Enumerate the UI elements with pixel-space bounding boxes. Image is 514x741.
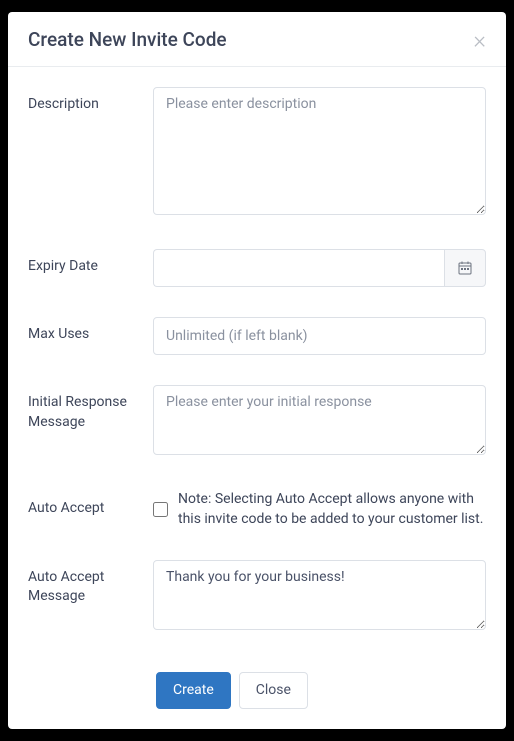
auto-accept-checkbox[interactable] bbox=[153, 502, 168, 517]
close-icon[interactable]: × bbox=[473, 28, 486, 52]
modal-title: Create New Invite Code bbox=[28, 28, 227, 51]
row-max-uses: Max Uses bbox=[28, 317, 486, 355]
label-auto-accept-message: Auto Accept Message bbox=[28, 560, 153, 607]
calendar-icon[interactable] bbox=[444, 249, 486, 287]
row-initial-response: Initial Response Message bbox=[28, 385, 486, 459]
auto-accept-note: Note: Selecting Auto Accept allows anyon… bbox=[178, 489, 486, 530]
create-invite-modal: Create New Invite Code × Description Exp… bbox=[8, 12, 506, 729]
label-max-uses: Max Uses bbox=[28, 317, 153, 345]
auto-accept-message-input[interactable] bbox=[153, 560, 486, 630]
label-auto-accept: Auto Accept bbox=[28, 499, 153, 519]
row-description: Description bbox=[28, 87, 486, 219]
row-auto-accept-message: Auto Accept Message bbox=[28, 560, 486, 634]
label-description: Description bbox=[28, 87, 153, 115]
max-uses-input[interactable] bbox=[153, 317, 486, 355]
modal-body: Description Expiry Date Max Uses bbox=[8, 67, 506, 672]
row-auto-accept: Auto Accept Note: Selecting Auto Accept … bbox=[28, 489, 486, 530]
row-expiry: Expiry Date bbox=[28, 249, 486, 287]
modal-footer: Create Close bbox=[8, 672, 506, 730]
label-expiry: Expiry Date bbox=[28, 249, 153, 277]
initial-response-input[interactable] bbox=[153, 385, 486, 455]
label-initial-response: Initial Response Message bbox=[28, 385, 153, 432]
expiry-date-input[interactable] bbox=[153, 249, 444, 287]
close-button[interactable]: Close bbox=[239, 672, 308, 710]
create-button[interactable]: Create bbox=[156, 672, 231, 710]
description-input[interactable] bbox=[153, 87, 486, 215]
modal-header: Create New Invite Code × bbox=[8, 12, 506, 67]
